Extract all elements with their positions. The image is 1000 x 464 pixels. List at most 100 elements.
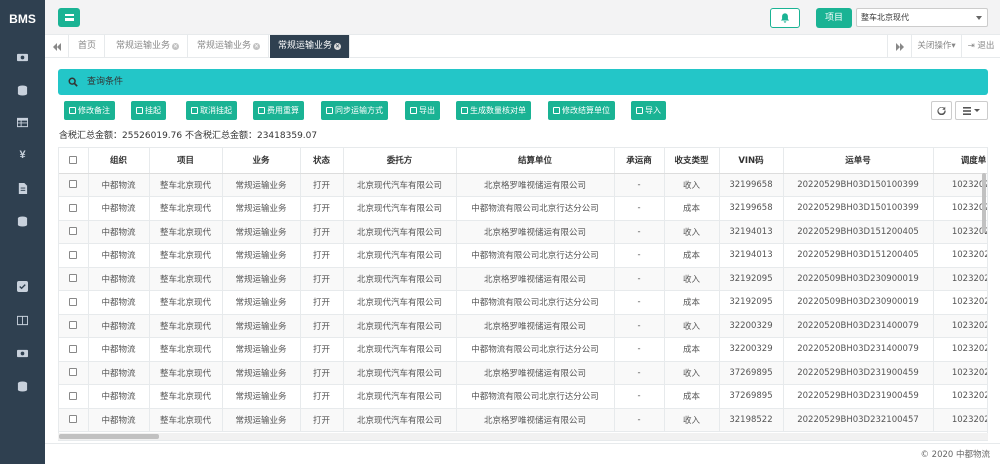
row-checkbox[interactable] — [69, 415, 78, 424]
table-cell: 成本 — [664, 243, 720, 268]
row-checkbox-cell[interactable] — [59, 314, 89, 338]
column-header[interactable]: 调度单 — [933, 148, 987, 174]
table-cell: 中都物流有限公司北京行达分公司 — [456, 196, 615, 221]
horizontal-scrollbar[interactable] — [58, 433, 988, 440]
data-table-container[interactable]: 组织 项目 业务 状态 委托方 结算单位 承运商 收支类型 VIN码 运单号 调… — [58, 147, 988, 441]
main-content: 查询条件 修改备注 挂起 取消挂起 费用重算 同步运输方式 导出 生成数量核对单… — [45, 58, 1000, 443]
recalculate-fee-button[interactable]: 费用重算 — [253, 101, 304, 120]
row-checkbox-cell[interactable] — [59, 220, 89, 244]
money-icon[interactable] — [0, 47, 45, 67]
refresh-button[interactable] — [931, 101, 952, 120]
columns-toggle-button[interactable] — [955, 101, 988, 120]
logout-button[interactable]: ⇥ 退出 — [961, 35, 1000, 58]
import-button[interactable]: 导入 — [631, 101, 666, 120]
column-header[interactable]: 运单号 — [783, 148, 934, 174]
table-cell: 常规运输业务 — [222, 290, 301, 315]
project-button[interactable]: 项目 — [816, 8, 852, 28]
yen-icon[interactable]: ¥ — [0, 145, 45, 165]
row-checkbox-cell[interactable] — [59, 243, 89, 268]
table-row[interactable]: 中都物流 整车北京现代 常规运输业务 打开 北京现代汽车有限公司 北京格罗唯视储运有限公司… — [59, 361, 987, 385]
column-header[interactable]: 状态 — [300, 148, 344, 174]
sync-transport-button[interactable]: 同步运输方式 — [321, 101, 388, 120]
cancel-suspend-button[interactable]: 取消挂起 — [186, 101, 237, 120]
row-checkbox-cell[interactable] — [59, 196, 89, 221]
table-header-row: 组织 项目 业务 状态 委托方 结算单位 承运商 收支类型 VIN码 运单号 调… — [59, 148, 987, 174]
table-cell: 打开 — [300, 384, 344, 409]
table-row[interactable]: 中都物流 整车北京现代 常规运输业务 打开 北京现代汽车有限公司 北京格罗唯视储运有限公司… — [59, 314, 987, 338]
column-header[interactable]: VIN码 — [719, 148, 784, 174]
row-checkbox[interactable] — [69, 203, 78, 212]
tab-transport-3-active[interactable]: 常规运输业务 ✕ — [270, 35, 351, 58]
tab-transport-1[interactable]: 常规运输业务 ✕ — [108, 35, 189, 58]
row-checkbox-cell[interactable] — [59, 337, 89, 362]
select-all-checkbox[interactable] — [69, 155, 78, 164]
table-row[interactable]: 中都物流 整车北京现代 常规运输业务 打开 北京现代汽车有限公司 中都物流有限公司北京行达… — [59, 196, 987, 221]
edit-remark-button[interactable]: 修改备注 — [64, 101, 115, 120]
table-row[interactable]: 中都物流 整车北京现代 常规运输业务 打开 北京现代汽车有限公司 中都物流有限公司北京行达… — [59, 290, 987, 315]
row-checkbox-cell[interactable] — [59, 267, 89, 291]
money-icon[interactable] — [0, 343, 45, 363]
close-icon[interactable]: ✕ — [253, 43, 261, 50]
table-cell: 20220529BH03D151200405 — [783, 220, 934, 244]
column-header[interactable]: 委托方 — [343, 148, 457, 174]
export-button[interactable]: 导出 — [405, 101, 440, 120]
row-checkbox-cell[interactable] — [59, 384, 89, 409]
generate-check-sheet-button[interactable]: 生成数量核对单 — [456, 101, 531, 120]
row-checkbox-cell[interactable] — [59, 408, 89, 432]
tab-home[interactable]: 首页 — [70, 35, 106, 58]
notification-button[interactable] — [770, 8, 800, 28]
table-row[interactable]: 中都物流 整车北京现代 常规运输业务 打开 北京现代汽车有限公司 北京格罗唯视储运有限公司… — [59, 173, 987, 197]
column-header[interactable]: 项目 — [149, 148, 223, 174]
table-cell: - — [614, 314, 665, 338]
table-row[interactable]: 中都物流 整车北京现代 常规运输业务 打开 北京现代汽车有限公司 中都物流有限公司北京行达… — [59, 384, 987, 409]
tab-scroll-left-button[interactable] — [45, 35, 69, 58]
row-checkbox[interactable] — [69, 297, 78, 306]
close-icon[interactable]: ✕ — [172, 43, 180, 50]
database-icon[interactable] — [0, 376, 45, 396]
row-checkbox-cell[interactable] — [59, 173, 89, 197]
row-checkbox-cell[interactable] — [59, 290, 89, 315]
row-checkbox-cell[interactable] — [59, 361, 89, 385]
column-header[interactable]: 组织 — [88, 148, 150, 174]
column-header[interactable]: 收支类型 — [664, 148, 720, 174]
vertical-scrollbar[interactable] — [982, 173, 986, 233]
column-header[interactable]: 结算单位 — [456, 148, 615, 174]
column-header[interactable]: 业务 — [222, 148, 301, 174]
table-cell: 收入 — [664, 408, 720, 432]
table-row[interactable]: 中都物流 整车北京现代 常规运输业务 打开 北京现代汽车有限公司 中都物流有限公司北京行达… — [59, 243, 987, 268]
database-icon[interactable] — [0, 211, 45, 231]
row-checkbox[interactable] — [69, 180, 78, 189]
suspend-button[interactable]: 挂起 — [131, 101, 166, 120]
row-checkbox[interactable] — [69, 227, 78, 236]
columns-icon[interactable] — [0, 310, 45, 330]
edit-settlement-unit-button[interactable]: 修改结算单位 — [548, 101, 615, 120]
close-operations-dropdown[interactable]: 关闭操作▾ — [911, 35, 961, 58]
scrollbar-thumb[interactable] — [59, 434, 159, 439]
tab-transport-2[interactable]: 常规运输业务 ✕ — [189, 35, 270, 58]
check-square-icon[interactable] — [0, 276, 45, 296]
file-icon[interactable] — [0, 178, 45, 198]
row-checkbox[interactable] — [69, 344, 78, 353]
row-checkbox[interactable] — [69, 391, 78, 400]
database-icon[interactable] — [0, 80, 45, 100]
menu-toggle-button[interactable] — [58, 8, 80, 27]
table-row[interactable]: 中都物流 整车北京现代 常规运输业务 打开 北京现代汽车有限公司 中都物流有限公司北京行达… — [59, 337, 987, 362]
select-all-checkbox-cell[interactable] — [59, 148, 89, 174]
row-checkbox[interactable] — [69, 321, 78, 330]
close-icon[interactable]: ✕ — [334, 43, 342, 50]
copy-icon — [461, 107, 468, 114]
table-row[interactable]: 中都物流 整车北京现代 常规运输业务 打开 北京现代汽车有限公司 北京格罗唯视储运有限公司… — [59, 267, 987, 291]
row-checkbox[interactable] — [69, 274, 78, 283]
table-row[interactable]: 中都物流 整车北京现代 常规运输业务 打开 北京现代汽车有限公司 北京格罗唯视储运有限公司… — [59, 220, 987, 244]
table-cell: 37269895 — [719, 384, 784, 409]
query-conditions-header[interactable]: 查询条件 — [58, 69, 988, 95]
table-cell: 37269895 — [719, 361, 784, 385]
column-header[interactable]: 承运商 — [614, 148, 665, 174]
project-select[interactable]: 整车北京现代 — [856, 8, 988, 27]
table-icon[interactable] — [0, 112, 45, 132]
row-checkbox[interactable] — [69, 250, 78, 259]
table-row[interactable]: 中都物流 整车北京现代 常规运输业务 打开 北京现代汽车有限公司 北京格罗唯视储运有限公司… — [59, 408, 987, 432]
table-cell: 整车北京现代 — [149, 384, 223, 409]
row-checkbox[interactable] — [69, 368, 78, 377]
tab-scroll-right-button[interactable] — [887, 35, 911, 58]
